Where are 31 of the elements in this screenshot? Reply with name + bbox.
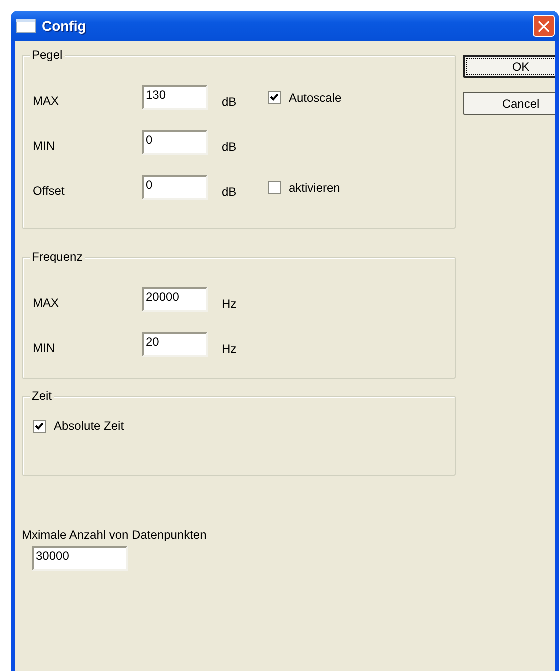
- input-field[interactable]: 30000: [32, 546, 128, 571]
- field-label: MIN: [33, 138, 56, 152]
- close-button[interactable]: ×: [533, 15, 555, 37]
- input-field[interactable]: 0: [142, 175, 208, 200]
- unit-label: dB: [222, 184, 238, 198]
- field-label: MAX: [33, 92, 60, 108]
- field-label: MAX: [33, 294, 60, 310]
- checkbox-label: Absolute Zeit: [54, 419, 124, 433]
- group-title: Zeit: [30, 389, 54, 403]
- checkbox[interactable]: [268, 181, 281, 194]
- field-label: MIN: [33, 340, 56, 354]
- group-title: Frequenz: [30, 250, 85, 264]
- unit-label: dB: [222, 94, 238, 108]
- group-title: Pegel: [30, 48, 65, 62]
- dialog-button[interactable]: Cancel: [463, 92, 555, 115]
- input-field[interactable]: 20000: [142, 287, 208, 312]
- input-field[interactable]: 20: [142, 332, 208, 357]
- checkbox-label: Autoscale: [289, 90, 342, 104]
- checkbox[interactable]: [268, 91, 281, 104]
- unit-label: dB: [222, 138, 238, 154]
- checkbox-label: aktivieren: [289, 180, 340, 194]
- window-title: Config: [42, 18, 86, 34]
- window-icon: [16, 19, 36, 33]
- input-field[interactable]: 130: [142, 85, 208, 110]
- dialog-button[interactable]: OK: [463, 55, 555, 78]
- unit-label: Hz: [222, 296, 238, 310]
- unit-label: Hz: [222, 340, 238, 356]
- field-label: Offset: [33, 182, 66, 198]
- checkbox[interactable]: [33, 420, 46, 432]
- field-label: Mximale Anzahl von Datenpunkten: [22, 528, 208, 542]
- input-field[interactable]: 0: [142, 130, 208, 155]
